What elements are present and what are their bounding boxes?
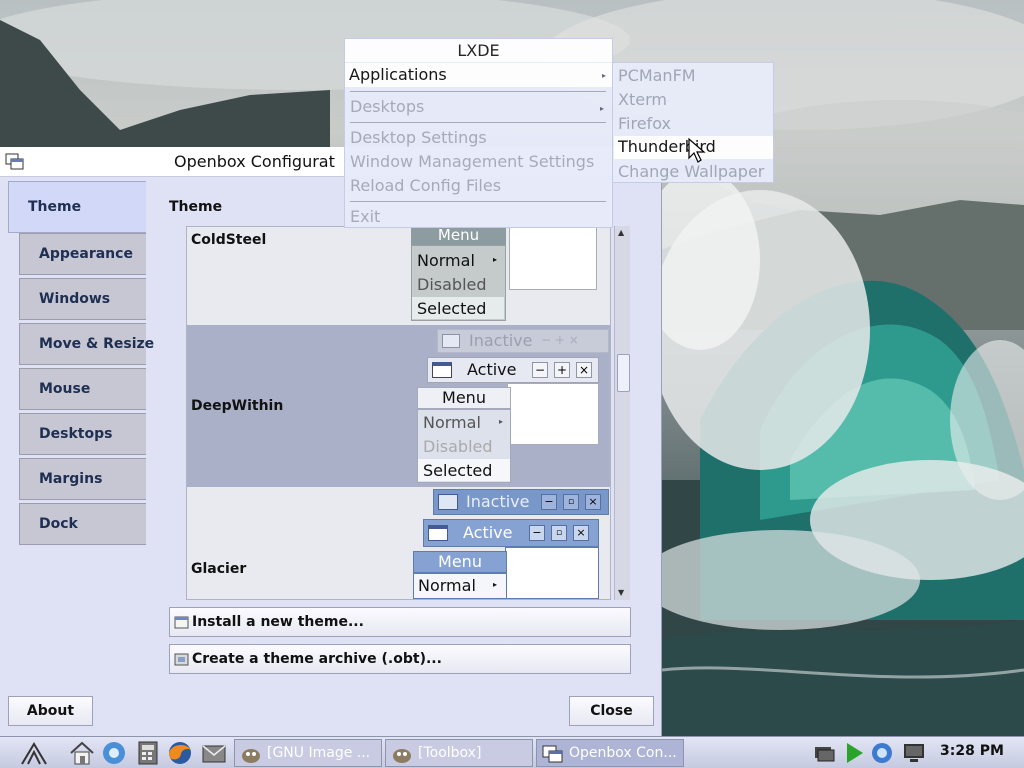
install-theme-icon <box>174 616 189 629</box>
theme-name: DeepWithin <box>191 398 284 414</box>
menu-item-desktop-settings[interactable]: Desktop Settings <box>350 128 487 147</box>
calculator-icon[interactable] <box>134 740 162 766</box>
tab-theme[interactable]: Theme <box>8 181 146 233</box>
menu-title: LXDE <box>345 39 612 62</box>
window-title: Openbox Configurat <box>174 152 335 171</box>
theme-list-scrollbar[interactable]: ▲ ▼ <box>614 226 630 600</box>
tab-desktops[interactable]: Desktops <box>19 413 146 455</box>
mouse-cursor-icon <box>688 138 706 163</box>
preview-inactive-title: Inactive <box>466 492 530 511</box>
menu-item-label: Desktops <box>350 97 425 116</box>
preview-menu-disabled: Disabled <box>423 437 493 456</box>
gimp-icon <box>242 749 260 763</box>
lxde-start-menu-icon[interactable] <box>20 740 48 766</box>
preview-active-title: Active <box>467 360 517 379</box>
theme-row-deepwithin[interactable]: DeepWithin Inactive − + × Active − + × M… <box>187 325 610 487</box>
tab-appearance[interactable]: Appearance <box>19 233 146 275</box>
task-gimp-toolbox[interactable]: [Toolbox] <box>385 739 533 767</box>
firefox-icon[interactable] <box>166 740 194 766</box>
submenu-arrow-icon: ▸ <box>599 104 604 113</box>
preview-menu-selected: Selected <box>417 299 487 318</box>
menu-item-window-management-settings[interactable]: Window Management Settings <box>350 152 594 171</box>
play-arrow-icon[interactable] <box>842 741 866 765</box>
settings-gear-icon[interactable] <box>100 740 128 766</box>
monitor-icon[interactable] <box>902 741 926 765</box>
home-folder-icon[interactable] <box>68 740 96 766</box>
preview-menu-title: Menu <box>411 227 506 245</box>
preview-menu-selected: Selected <box>423 461 493 480</box>
browser-globe-icon[interactable] <box>870 741 894 765</box>
gimp-icon <box>393 749 411 763</box>
tab-windows[interactable]: Windows <box>19 278 146 320</box>
about-button[interactable]: About <box>8 696 93 726</box>
install-theme-label: Install a new theme... <box>192 614 364 630</box>
theme-preview: Inactive − ▫ × Active − ▫ × Menu Normal … <box>413 489 610 599</box>
scroll-thumb[interactable] <box>617 354 630 392</box>
menu-item-pcmanfm[interactable]: PCManFM <box>618 66 696 85</box>
preview-menu-normal: Normal <box>417 251 475 270</box>
theme-preview: Inactive − + × Active − + × Menu Normal … <box>417 329 610 485</box>
archive-icon <box>174 653 189 666</box>
submenu-arrow-icon: ▸ <box>601 71 606 80</box>
scroll-up-arrow-icon[interactable]: ▲ <box>618 228 624 237</box>
menu-item-label: Applications <box>349 65 447 84</box>
scroll-down-arrow-icon[interactable]: ▼ <box>618 588 624 597</box>
theme-list[interactable]: ColdSteel Menu Normal ▸ Disabled Selecte… <box>186 226 611 600</box>
task-label: [Toolbox] <box>418 745 482 761</box>
menu-item-reload-config[interactable]: Reload Config Files <box>350 176 501 195</box>
clock[interactable]: 3:28 PM <box>940 743 1004 759</box>
menu-item-xterm[interactable]: Xterm <box>618 90 667 109</box>
openbox-config-icon <box>542 745 563 763</box>
preview-menu-normal: Normal <box>423 413 481 432</box>
section-title: Theme <box>169 199 223 215</box>
theme-row-coldsteel[interactable]: ColdSteel Menu Normal ▸ Disabled Selecte… <box>187 227 610 325</box>
theme-row-glacier[interactable]: Glacier Inactive − ▫ × Active − ▫ × Menu… <box>187 487 610 599</box>
task-label: [GNU Image ... <box>267 745 371 761</box>
task-openbox-configuration[interactable]: Openbox Con... <box>536 739 684 767</box>
install-theme-button[interactable]: Install a new theme... <box>169 607 631 637</box>
menu-item-applications[interactable]: Applications ▸ <box>345 63 612 87</box>
menu-item-firefox[interactable]: Firefox <box>618 114 671 133</box>
theme-name: Glacier <box>191 561 247 577</box>
create-archive-button[interactable]: Create a theme archive (.obt)... <box>169 644 631 674</box>
preview-active-title: Active <box>463 523 513 542</box>
applications-submenu: PCManFM Xterm Firefox Thunderbird Change… <box>612 62 774 183</box>
tab-move-resize[interactable]: Move & Resize <box>19 323 154 365</box>
tab-margins[interactable]: Margins <box>19 458 146 500</box>
create-archive-label: Create a theme archive (.obt)... <box>192 651 442 667</box>
tab-dock[interactable]: Dock <box>19 503 146 545</box>
task-gimp-image[interactable]: [GNU Image ... <box>234 739 382 767</box>
menu-item-exit[interactable]: Exit <box>350 207 380 226</box>
preview-inactive-title: Inactive <box>469 331 533 350</box>
preview-menu-title: Menu <box>417 387 511 409</box>
close-button[interactable]: Close <box>569 696 654 726</box>
theme-preview: Menu Normal ▸ Disabled Selected <box>411 227 597 322</box>
lxde-menu: LXDE Applications ▸ Desktops ▸ Desktop S… <box>344 38 613 228</box>
window-menu-icon[interactable] <box>5 153 25 171</box>
network-icon[interactable] <box>812 741 836 765</box>
task-label: Openbox Con... <box>569 745 677 761</box>
preview-menu-title: Menu <box>413 551 507 573</box>
preview-menu-normal: Normal <box>418 576 476 595</box>
taskbar-panel: [GNU Image ... [Toolbox] Openbox Con... … <box>0 736 1024 768</box>
tab-mouse[interactable]: Mouse <box>19 368 146 410</box>
theme-name: ColdSteel <box>191 232 267 248</box>
preview-menu-disabled: Disabled <box>417 275 487 294</box>
menu-item-desktops[interactable]: Desktops ▸ <box>350 97 610 116</box>
mail-icon[interactable] <box>200 740 228 766</box>
menu-item-change-wallpaper[interactable]: Change Wallpaper <box>618 162 764 181</box>
